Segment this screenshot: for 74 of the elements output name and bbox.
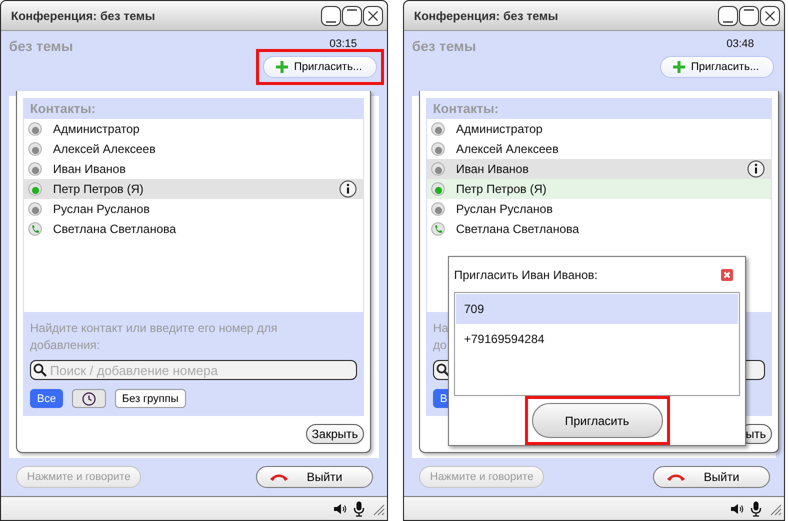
contact-name: Светлана Светланова — [456, 222, 580, 236]
window-title: Конференция: без темы — [414, 8, 560, 22]
contact-name: Руслан Русланов — [53, 202, 151, 216]
phone-number-item[interactable]: +79169594284 — [456, 324, 738, 354]
call-timer: 03:48 — [726, 38, 754, 50]
contact-name: Администратор — [456, 122, 544, 136]
phone-number-item[interactable]: 709 — [456, 294, 738, 324]
close-icon[interactable] — [721, 268, 733, 280]
search-icon — [33, 363, 47, 377]
minimize-icon — [326, 20, 336, 22]
contact-name: Руслан Русланов — [456, 202, 554, 216]
minimize-button[interactable] — [321, 6, 341, 26]
contact-row[interactable]: Петр Петров (Я) — [24, 179, 363, 199]
close-button[interactable] — [760, 6, 780, 26]
contact-name: Петр Петров (Я) — [456, 182, 548, 196]
search-hint: до — [433, 337, 447, 354]
hang-up-icon — [269, 472, 289, 482]
resize-grip-icon[interactable] — [768, 502, 782, 516]
contacts-heading: Контакты: — [23, 98, 364, 119]
hang-up-icon — [666, 472, 686, 482]
contact-name: Алексей Алексеев — [53, 142, 157, 156]
plus-icon — [672, 61, 685, 73]
maximize-button[interactable] — [739, 6, 759, 26]
plus-icon — [276, 61, 288, 73]
leave-button[interactable]: Выйти — [653, 466, 770, 488]
contact-row[interactable]: Иван Иванов — [427, 159, 771, 179]
invite-button[interactable]: Пригласить... — [660, 56, 774, 78]
close-button[interactable]: Закрыть — [306, 424, 364, 444]
contact-row[interactable]: Алексей Алексеев — [427, 139, 771, 159]
contact-name: Светлана Светланова — [53, 222, 178, 236]
contact-row[interactable]: Администратор — [24, 119, 363, 139]
clock-icon — [82, 392, 96, 406]
filter-button[interactable]: Все — [30, 389, 63, 408]
resize-grip-icon[interactable] — [371, 502, 385, 516]
speaker-icon[interactable] — [730, 502, 744, 514]
invite-button[interactable]: Пригласить — [532, 403, 662, 438]
window-title: Конференция: без темы — [11, 8, 156, 22]
dialog-title: Пригласить Иван Иванов: — [454, 268, 598, 282]
minimize-button[interactable] — [718, 6, 738, 26]
filter-button[interactable]: Без группы — [114, 389, 186, 408]
contact-name: Администратор — [53, 122, 141, 136]
microphone-icon[interactable] — [353, 500, 365, 516]
call-timer: 03:15 — [329, 38, 357, 50]
minimize-icon — [723, 20, 733, 22]
contacts-heading: Контакты: — [426, 98, 772, 119]
contact-row[interactable]: Светлана Светланова — [24, 219, 363, 239]
contact-row[interactable]: Алексей Алексеев — [24, 139, 363, 159]
contact-row[interactable]: Иван Иванов — [24, 159, 363, 179]
search-hint: добавления: — [30, 337, 100, 354]
close-icon — [764, 10, 776, 22]
close-icon — [367, 10, 379, 22]
search-icon — [436, 363, 450, 377]
invite-button[interactable]: Пригласить... — [262, 56, 377, 78]
contact-name: Иван Иванов — [53, 162, 127, 176]
speaker-icon[interactable] — [333, 502, 347, 514]
contact-row[interactable]: Руслан Русланов — [427, 199, 771, 219]
search-hint: На — [433, 320, 448, 337]
recent-filter-button[interactable] — [72, 389, 106, 408]
conference-subject: без темы — [9, 38, 74, 54]
leave-button[interactable]: Выйти — [256, 466, 373, 488]
microphone-icon[interactable] — [750, 500, 762, 516]
contact-name: Петр Петров (Я) — [53, 182, 145, 196]
contact-row[interactable]: Руслан Русланов — [24, 199, 363, 219]
info-icon[interactable] — [339, 180, 357, 198]
search-hint: Найдите контакт или введите его номер для — [30, 320, 278, 337]
conference-subject: без темы — [412, 38, 476, 54]
contact-row[interactable]: Администратор — [427, 119, 771, 139]
close-button[interactable] — [363, 6, 383, 26]
contact-row[interactable]: Петр Петров (Я) — [427, 179, 771, 199]
contact-name: Алексей Алексеев — [456, 142, 560, 156]
contact-name: Иван Иванов — [456, 162, 530, 176]
contact-row[interactable]: Светлана Светланова — [427, 219, 771, 239]
info-icon[interactable] — [747, 160, 765, 178]
maximize-button[interactable] — [342, 6, 362, 26]
